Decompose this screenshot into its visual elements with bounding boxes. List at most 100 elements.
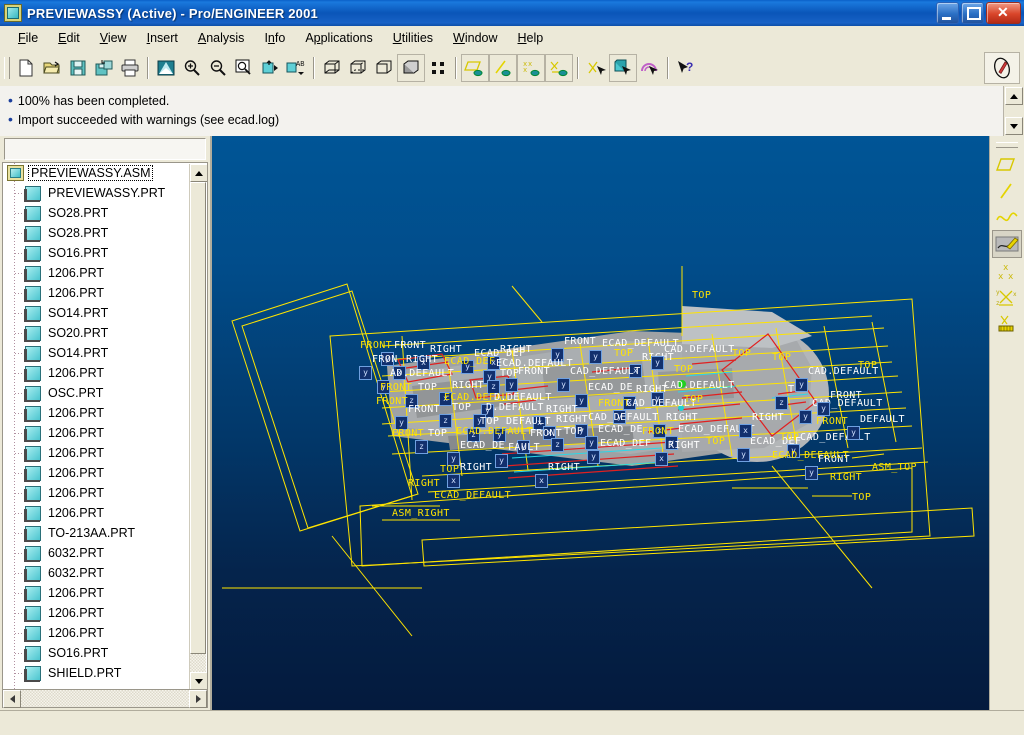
- tree-row[interactable]: 1206.PRT: [3, 583, 189, 603]
- datum-tag: y: [557, 378, 570, 392]
- tree-row[interactable]: 1206.PRT: [3, 463, 189, 483]
- tree-row[interactable]: 1206.PRT: [3, 363, 189, 383]
- close-button[interactable]: ✕: [986, 2, 1021, 24]
- datum-label: ECAD_DEF: [444, 356, 496, 367]
- tree-row[interactable]: 6032.PRT: [3, 563, 189, 583]
- tree-row[interactable]: SHIELD.PRT: [3, 663, 189, 683]
- tree-row-label: TO-213AA.PRT: [48, 526, 136, 540]
- tree-row[interactable]: 1206.PRT: [3, 623, 189, 643]
- tree-row-root[interactable]: PREVIEWASSY.ASM: [3, 163, 189, 183]
- context-help-icon[interactable]: ?: [673, 55, 699, 81]
- zoom-out-icon[interactable]: [205, 55, 231, 81]
- tree-row[interactable]: SO28.PRT: [3, 203, 189, 223]
- restore-button[interactable]: [961, 2, 984, 24]
- graphics-viewport[interactable]: FRONT FRONT y RIGHT x ECAD_DEF y RIGHT x FRONT y EC…: [212, 136, 990, 710]
- menu-applications[interactable]: Applications: [295, 29, 382, 47]
- datum-tag: z: [551, 438, 564, 452]
- assembly-icon: [7, 165, 24, 181]
- scroll-down-icon[interactable]: [1005, 117, 1023, 135]
- menu-utilities[interactable]: Utilities: [383, 29, 443, 47]
- tree-row[interactable]: 1206.PRT: [3, 503, 189, 523]
- tree-row[interactable]: SO16.PRT: [3, 243, 189, 263]
- menu-insert[interactable]: Insert: [137, 29, 188, 47]
- open-file-icon[interactable]: [39, 55, 65, 81]
- datum-label: FRONT: [392, 428, 425, 439]
- menu-window[interactable]: Window: [443, 29, 507, 47]
- scroll-up-icon[interactable]: [1005, 87, 1023, 105]
- save-as-icon[interactable]: [91, 55, 117, 81]
- tree-scroll-track[interactable]: [190, 654, 206, 672]
- tree-row[interactable]: 1206.PRT: [3, 403, 189, 423]
- datum-axis-icon[interactable]: [993, 178, 1021, 204]
- save-icon[interactable]: [65, 55, 91, 81]
- menu-analysis[interactable]: Analysis: [188, 29, 255, 47]
- message-scrollbar[interactable]: [1003, 86, 1024, 136]
- shaded-select-icon[interactable]: [609, 54, 637, 82]
- tree-branch-line: [15, 613, 23, 614]
- datum-tag: z: [415, 440, 428, 454]
- layer-icon[interactable]: [425, 55, 451, 81]
- zoom-in-icon[interactable]: [179, 55, 205, 81]
- tree-scroll-left-icon[interactable]: [3, 689, 21, 708]
- named-view-icon[interactable]: AB: [283, 55, 309, 81]
- tree-row[interactable]: SO14.PRT: [3, 343, 189, 363]
- datum-plane-display-icon[interactable]: [461, 54, 489, 82]
- tree-row[interactable]: 1206.PRT: [3, 283, 189, 303]
- tree-row[interactable]: TO-213AA.PRT: [3, 523, 189, 543]
- no-hidden-icon[interactable]: [371, 55, 397, 81]
- datum-plane-icon[interactable]: [993, 152, 1021, 178]
- color-appearance-icon[interactable]: [637, 55, 663, 81]
- tree-scroll-down-icon[interactable]: [190, 672, 207, 690]
- spin-center-icon[interactable]: [583, 55, 609, 81]
- part-icon: [24, 385, 41, 402]
- tree-row-label: PREVIEWASSY.PRT: [48, 186, 166, 200]
- menu-info[interactable]: Info: [254, 29, 295, 47]
- tree-vertical-scrollbar[interactable]: [189, 164, 207, 690]
- wireframe-icon[interactable]: [319, 55, 345, 81]
- tree-scroll-up-icon[interactable]: [190, 164, 207, 182]
- tree-row[interactable]: 1206.PRT: [3, 603, 189, 623]
- datum-point-display-icon[interactable]: xxx: [517, 54, 545, 82]
- tree-row[interactable]: 1206.PRT: [3, 423, 189, 443]
- datum-csys-icon[interactable]: y x z: [993, 284, 1021, 310]
- tree-row[interactable]: 1206.PRT: [3, 483, 189, 503]
- model-tree-box[interactable]: PREVIEWASSY.ASM PREVIEWASSY.PRT SO28.PRT SO…: [2, 162, 208, 692]
- tree-row-label: PREVIEWASSY.ASM: [28, 165, 154, 181]
- refit-icon[interactable]: [257, 55, 283, 81]
- annotation-pencil-icon[interactable]: [984, 52, 1020, 84]
- tree-horizontal-scrollbar[interactable]: [2, 689, 208, 708]
- tree-row[interactable]: OSC.PRT: [3, 383, 189, 403]
- menu-file[interactable]: File: [8, 29, 48, 47]
- toolbar-grip[interactable]: [4, 57, 10, 79]
- sketch-icon[interactable]: [992, 230, 1022, 258]
- hidden-line-icon[interactable]: [345, 55, 371, 81]
- zoom-area-icon[interactable]: [231, 55, 257, 81]
- repaint-icon[interactable]: [153, 55, 179, 81]
- datum-curve-icon[interactable]: [993, 204, 1021, 230]
- new-file-icon[interactable]: [13, 55, 39, 81]
- menu-edit[interactable]: Edit: [48, 29, 90, 47]
- shaded-icon[interactable]: [397, 54, 425, 82]
- tree-row[interactable]: SO20.PRT: [3, 323, 189, 343]
- menu-view[interactable]: View: [90, 29, 137, 47]
- model-tree-rows[interactable]: PREVIEWASSY.ASM PREVIEWASSY.PRT SO28.PRT SO…: [3, 163, 189, 691]
- print-icon[interactable]: [117, 55, 143, 81]
- datum-csys-display-icon[interactable]: [545, 54, 573, 82]
- datum-annotation-icon[interactable]: [993, 310, 1021, 336]
- tree-row[interactable]: SO16.PRT: [3, 643, 189, 663]
- datum-point-icon[interactable]: xxx: [993, 258, 1021, 284]
- part-icon: [24, 465, 41, 482]
- tree-row[interactable]: SO14.PRT: [3, 303, 189, 323]
- tree-row[interactable]: 1206.PRT: [3, 263, 189, 283]
- tree-hscroll-track[interactable]: [21, 690, 189, 707]
- datum-axis-display-icon[interactable]: [489, 54, 517, 82]
- feature-toolbar-grip[interactable]: [996, 142, 1018, 148]
- tree-row[interactable]: PREVIEWASSY.PRT: [3, 183, 189, 203]
- menu-help[interactable]: Help: [508, 29, 554, 47]
- tree-scroll-right-icon[interactable]: [189, 689, 207, 708]
- tree-scroll-thumb[interactable]: [190, 182, 206, 654]
- minimize-button[interactable]: [936, 2, 959, 24]
- tree-row[interactable]: 6032.PRT: [3, 543, 189, 563]
- tree-row[interactable]: 1206.PRT: [3, 443, 189, 463]
- tree-row[interactable]: SO28.PRT: [3, 223, 189, 243]
